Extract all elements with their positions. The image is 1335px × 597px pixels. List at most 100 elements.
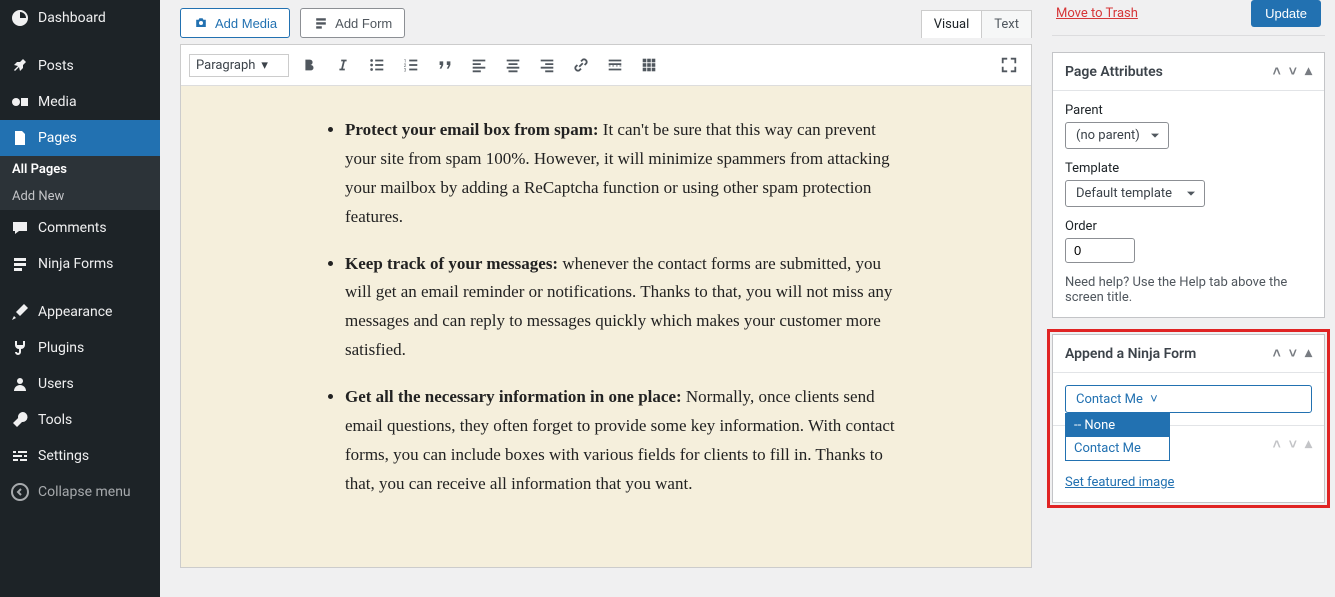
block-format-select[interactable]: Paragraph ▾ [189,54,289,77]
tab-visual[interactable]: Visual [921,10,983,38]
collapse-icon [10,482,30,502]
sidebar-label: Comments [38,220,107,236]
list-lead: Get all the necessary information in one… [345,387,682,406]
ninja-form-select[interactable]: Contact Me ˅ [1065,385,1312,413]
parent-label: Parent [1065,103,1312,118]
sidebar-label: Media [38,94,77,110]
meta-sidebar: Move to Trash Update Page Attributes ˄ ˅… [1052,0,1335,597]
ninja-form-option-none[interactable]: -- None [1066,414,1169,437]
sidebar-label: Pages [38,130,77,146]
panel-up-icon[interactable]: ˄ [1273,345,1281,362]
append-ninja-form-panel: Append a Ninja Form ˄ ˅ ▴ Contact Me ˅ -… [1052,334,1325,503]
media-icon [10,92,30,112]
tab-text[interactable]: Text [982,10,1032,38]
editor-tabs: Visual Text [921,10,1032,38]
sidebar-sub-pages: All Pages Add New [0,156,160,210]
sidebar-item-media[interactable]: Media [0,84,160,120]
parent-select[interactable]: (no parent) [1065,122,1169,149]
panel-down-icon[interactable]: ˅ [1289,63,1297,80]
move-to-trash-link[interactable]: Move to Trash [1056,6,1138,21]
numbered-list-button[interactable]: 123 [397,51,425,79]
sidebar-item-plugins[interactable]: Plugins [0,330,160,366]
button-label: Add Form [335,16,392,31]
brush-icon [10,302,30,322]
update-button[interactable]: Update [1251,0,1321,27]
sidebar-item-users[interactable]: Users [0,366,160,402]
read-more-button[interactable] [601,51,629,79]
panel-down-icon[interactable]: ˅ [1289,436,1297,453]
panel-down-icon[interactable]: ˅ [1289,345,1297,362]
select-value: Contact Me [1076,392,1143,407]
bullet-list-button[interactable] [363,51,391,79]
plug-icon [10,338,30,358]
bold-button[interactable] [295,51,323,79]
sidebar-item-posts[interactable]: Posts [0,48,160,84]
align-center-button[interactable] [499,51,527,79]
sidebar-sub-add-new[interactable]: Add New [0,183,160,210]
svg-text:3: 3 [404,67,407,73]
editor-content[interactable]: Protect your email box from spam: It can… [181,86,1031,567]
sidebar-item-pages[interactable]: Pages [0,120,160,156]
chevron-down-icon: ▾ [261,58,268,73]
sidebar-label: Ninja Forms [38,256,113,272]
panel-up-icon[interactable]: ˄ [1273,63,1281,80]
align-right-button[interactable] [533,51,561,79]
panel-title: Append a Ninja Form [1065,346,1196,362]
panel-toggle-icon[interactable]: ▴ [1305,345,1312,362]
list-lead: Protect your email box from spam: [345,120,599,139]
ninja-form-options: -- None Contact Me [1065,413,1170,461]
sidebar-item-comments[interactable]: Comments [0,210,160,246]
sidebar-label: Users [38,376,74,392]
editor-main: Add Media Add Form Visual Text Paragraph… [160,0,1052,597]
sidebar-label: Tools [38,412,72,428]
sidebar-label: Appearance [38,304,112,320]
sidebar-sub-all-pages[interactable]: All Pages [0,156,160,183]
sidebar-label: Collapse menu [38,484,131,500]
content-list-item: Keep track of your messages: whenever th… [345,250,911,366]
panel-toggle-icon[interactable]: ▴ [1305,436,1312,453]
user-icon [10,374,30,394]
order-label: Order [1065,219,1312,234]
sidebar-item-settings[interactable]: Settings [0,438,160,474]
fullscreen-button[interactable] [995,51,1023,79]
panel-title: Page Attributes [1065,64,1163,80]
format-toolbar: Paragraph ▾ 123 [181,45,1031,86]
camera-icon [193,15,209,31]
blockquote-button[interactable] [431,51,459,79]
sidebar-collapse[interactable]: Collapse menu [0,474,160,510]
toolbar-toggle-button[interactable] [635,51,663,79]
chevron-down-icon: ˅ [1150,392,1158,407]
sidebar-item-tools[interactable]: Tools [0,402,160,438]
template-label: Template [1065,161,1312,176]
order-input[interactable] [1065,238,1135,263]
comments-icon [10,218,30,238]
panel-toggle-icon[interactable]: ▴ [1305,63,1312,80]
help-note: Need help? Use the Help tab above the sc… [1065,275,1312,305]
sidebar-label: Posts [38,58,74,74]
sidebar-item-dashboard[interactable]: Dashboard [0,0,160,36]
pushpin-icon [10,56,30,76]
add-form-button[interactable]: Add Form [300,8,405,38]
template-select[interactable]: Default template [1065,180,1205,207]
ninja-form-option-contact[interactable]: Contact Me [1066,437,1169,460]
content-list-item: Protect your email box from spam: It can… [345,116,911,232]
sidebar-label: Plugins [38,340,84,356]
list-lead: Keep track of your messages: [345,254,558,273]
align-left-button[interactable] [465,51,493,79]
sliders-icon [10,446,30,466]
content-list-item: Get all the necessary information in one… [345,383,911,499]
italic-button[interactable] [329,51,357,79]
link-button[interactable] [567,51,595,79]
admin-sidebar: Dashboard Posts Media Pages All Pages Ad… [0,0,160,597]
add-media-button[interactable]: Add Media [180,8,290,38]
sidebar-item-appearance[interactable]: Appearance [0,294,160,330]
form-icon [313,15,329,31]
pages-icon [10,128,30,148]
button-label: Add Media [215,16,277,31]
set-featured-image-link[interactable]: Set featured image [1065,475,1312,490]
sidebar-item-ninja-forms[interactable]: Ninja Forms [0,246,160,282]
page-attributes-panel: Page Attributes ˄ ˅ ▴ Parent (no parent)… [1052,52,1325,318]
form-icon [10,254,30,274]
wrench-icon [10,410,30,430]
panel-up-icon[interactable]: ˄ [1273,436,1281,453]
